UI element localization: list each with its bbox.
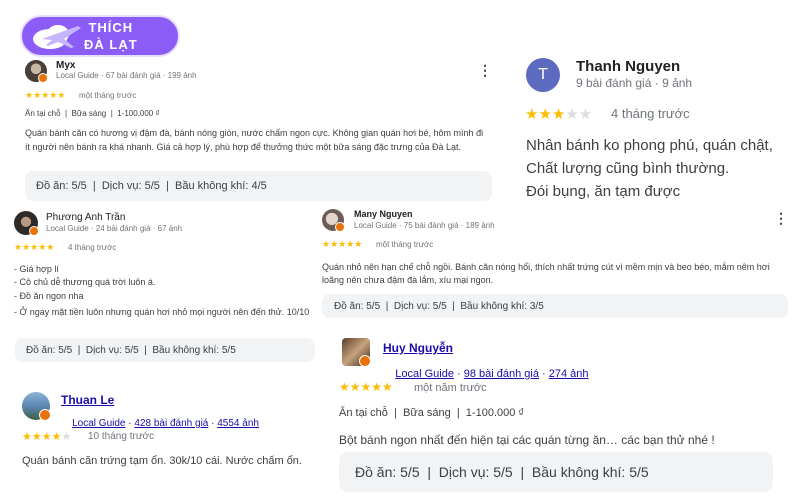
review-time: một năm trước (414, 382, 487, 394)
review-time: 4 tháng trước (611, 106, 690, 121)
reviewer-name[interactable]: Phương Anh Trần (46, 212, 125, 223)
review-card-thanh: T Thanh Nguyen 9 bài đánh giá · 9 ảnh ★★… (520, 55, 800, 205)
review-card-huy: Huy Nguyễn Local Guide · 98 bài đánh giá… (336, 335, 786, 495)
avatar[interactable] (342, 338, 371, 367)
review-text: Quán bánh căn có hương vị đậm đà, bánh n… (25, 128, 484, 152)
review-text-line2: Chất lượng cũng bình thường. (526, 160, 730, 177)
review-text-line2: - Cô chủ dễ thương quá trời luôn á. (14, 277, 156, 287)
star-rating: ★★★★★ (525, 106, 593, 123)
review-card-many: Many Nguyen Local Guide · 75 bài đánh gi… (320, 206, 792, 318)
review-time: một tháng trước (376, 240, 434, 249)
local-guide-label[interactable]: Local Guide (72, 418, 125, 429)
review-text: Quán bánh căn trứng tạm ổn. 30k/10 cái. … (22, 455, 302, 467)
review-scores-text: Đồ ăn: 5/5 | Dịch vụ: 5/5 | Bầu không kh… (26, 344, 236, 356)
star-rating: ★★★★★ (339, 380, 393, 394)
review-text-line4: - Ở ngay mặt tiền luôn nhưng quán hơi nh… (14, 307, 310, 317)
photo-count-link[interactable]: 274 ảnh (549, 368, 589, 380)
review-text: Quán nhỏ nên hạn chế chỗ ngồi. Bánh căn … (322, 262, 770, 285)
review-count-link[interactable]: 98 bài đánh giá (464, 368, 539, 380)
review-count-link[interactable]: 428 bài đánh giá (134, 418, 208, 429)
star-rating: ★★★★★ (25, 90, 66, 100)
reviewer-meta: 9 bài đánh giá · 9 ảnh (576, 76, 693, 90)
brand-logo: THÍCH ĐÀ LẠT (20, 15, 180, 57)
reviewer-name[interactable]: Myx (56, 60, 75, 71)
local-guide-badge (38, 73, 48, 83)
review-text: Bột bánh ngon nhất đến hiện tại các quán… (339, 433, 715, 447)
star-rating: ★★★★★ (22, 431, 72, 443)
reviewer-name[interactable]: Thuan Le (61, 393, 114, 407)
reviewer-meta: Local Guide · 75 bài đánh giá · 189 ảnh (354, 221, 495, 230)
review-text-line1: - Giá hợp lí (14, 264, 59, 274)
avatar[interactable] (14, 211, 39, 236)
review-scores-text: Đồ ăn: 5/5 | Dịch vụ: 5/5 | Bầu không kh… (36, 180, 267, 192)
review-time: 10 tháng trước (88, 431, 155, 442)
avatar[interactable]: T (526, 58, 560, 92)
local-guide-label[interactable]: Local Guide (395, 368, 454, 380)
local-guide-badge (39, 409, 51, 421)
star-rating: ★★★★★ (322, 239, 363, 249)
reviewer-meta: Local Guide · 24 bài đánh giá · 67 ảnh (46, 224, 183, 233)
local-guide-badge (359, 355, 371, 367)
review-scores: Đồ ăn: 5/5 | Dịch vụ: 5/5 | Bầu không kh… (15, 338, 315, 362)
review-tags: Ăn tại chỗ | Bữa sáng | 1-100.000 ₫ (25, 109, 160, 118)
local-guide-badge (335, 222, 345, 232)
avatar-initial: T (538, 66, 548, 83)
reviewer-name[interactable]: Thanh Nguyen (576, 58, 680, 75)
review-card-thuan: Thuan Le Local Guide · 428 bài đánh giá … (20, 390, 335, 475)
review-scores-text: Đồ ăn: 5/5 | Dịch vụ: 5/5 | Bầu không kh… (334, 300, 544, 312)
review-card-phuong-anh: Phương Anh Trần Local Guide · 24 bài đán… (12, 208, 317, 362)
brand-line2: ĐÀ LẠT (84, 37, 138, 52)
review-tags: Ăn tại chỗ | Bữa sáng | 1-100.000 ₫ (339, 407, 525, 419)
reviewer-name[interactable]: Many Nguyen (354, 209, 413, 219)
star-rating: ★★★★★ (14, 242, 55, 252)
more-vert-icon[interactable]: ⋮ (478, 62, 492, 79)
avatar[interactable] (22, 392, 51, 421)
plane-cloud-icon (33, 25, 81, 49)
photo-count-link[interactable]: 4554 ảnh (217, 418, 259, 429)
review-card-myx: Myx Local Guide · 67 bài đánh giá · 199 … (22, 58, 497, 203)
more-vert-icon[interactable]: ⋮ (774, 210, 788, 227)
review-time: 4 tháng trước (68, 243, 117, 252)
review-scores: Đồ ăn: 5/5 | Dịch vụ: 5/5 | Bầu không kh… (339, 452, 773, 492)
review-text-line3: Đói bụng, ăn tạm được (526, 183, 681, 200)
review-scores: Đồ ăn: 5/5 | Dịch vụ: 5/5 | Bầu không kh… (25, 171, 492, 201)
review-scores: Đồ ăn: 5/5 | Dịch vụ: 5/5 | Bầu không kh… (322, 294, 788, 318)
local-guide-badge (29, 226, 39, 236)
review-text-line3: - Đồ ăn ngon nha (14, 291, 84, 301)
review-scores-text: Đồ ăn: 5/5 | Dịch vụ: 5/5 | Bầu không kh… (355, 464, 649, 480)
reviewer-name[interactable]: Huy Nguyễn (383, 341, 453, 355)
avatar[interactable] (322, 209, 345, 232)
reviewer-meta: Local Guide · 67 bài đánh giá · 199 ảnh (56, 71, 197, 80)
review-text-line1: Nhân bánh ko phong phú, quán chật, (526, 137, 773, 154)
avatar[interactable] (25, 60, 48, 83)
brand-line1: THÍCH (88, 20, 134, 35)
review-time: một tháng trước (79, 91, 137, 100)
